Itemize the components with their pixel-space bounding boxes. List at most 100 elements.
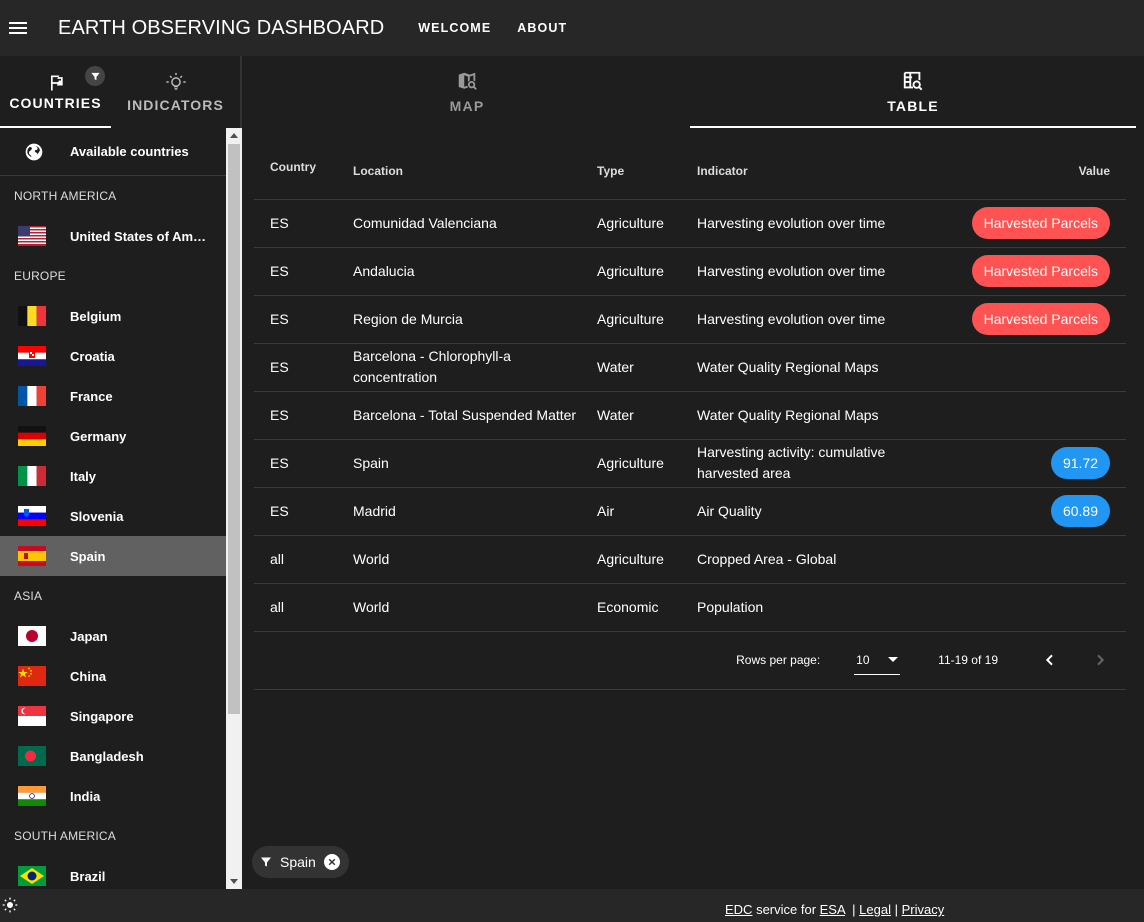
country-item-india[interactable]: India — [0, 776, 226, 816]
cell-type: Water — [597, 391, 697, 440]
main-tabs: MAP TABLE — [244, 56, 1138, 128]
scroll-down-arrow-icon[interactable] — [230, 879, 238, 884]
cell-indicator: Water Quality Regional Maps — [697, 391, 947, 440]
country-name: Germany — [70, 428, 127, 444]
left-scrollbar[interactable] — [226, 128, 242, 889]
close-icon[interactable] — [323, 854, 340, 870]
globe-icon — [25, 143, 43, 160]
country-item-singapore[interactable]: Singapore — [0, 696, 226, 736]
flag-italy-icon — [18, 466, 46, 486]
available-countries-item[interactable]: Available countries — [0, 128, 226, 176]
country-item-italy[interactable]: Italy — [0, 456, 226, 496]
cell-location: World — [353, 535, 597, 584]
country-item-spain[interactable]: Spain — [0, 536, 226, 576]
scroll-up-arrow-icon[interactable] — [230, 133, 238, 138]
rows-per-page-select[interactable]: 10 — [854, 645, 901, 675]
prev-page-button[interactable] — [1038, 648, 1062, 672]
lightbulb-icon — [165, 72, 186, 90]
tab-table[interactable]: TABLE — [690, 56, 1136, 128]
edc-link[interactable]: EDC — [725, 902, 752, 917]
tab-table-label: TABLE — [887, 98, 939, 114]
cell-country: ES — [254, 391, 353, 440]
cell-country: ES — [254, 439, 353, 488]
header-type[interactable]: Type — [597, 144, 697, 200]
left-tabs: COUNTRIES INDICATORS — [0, 56, 240, 128]
cell-value: Harvested Parcels — [947, 199, 1126, 248]
cell-type: Agriculture — [597, 295, 697, 344]
nav-about[interactable]: ABOUT — [517, 21, 567, 35]
chevron-left-icon — [1045, 654, 1053, 666]
country-item-croatia[interactable]: Croatia — [0, 336, 226, 376]
country-item-germany[interactable]: Germany — [0, 416, 226, 456]
flag-germany-icon — [18, 426, 46, 446]
flag-spain-icon — [18, 546, 46, 566]
table-row[interactable]: ES Barcelona - Chlorophyll-a concentratio… — [254, 343, 1126, 392]
filter-icon — [85, 66, 105, 86]
region-header-europe: EUROPE — [14, 269, 66, 283]
table-row[interactable]: ES Region de Murcia Agriculture Harvesting … — [254, 295, 1126, 344]
table-body: ES Comunidad Valenciana Agriculture Harvest… — [254, 199, 1126, 632]
header-country[interactable]: Country — [254, 144, 353, 200]
country-name: Japan — [70, 628, 108, 644]
table-header-row: Country Location Type Indicator Value — [254, 144, 1126, 200]
country-item-japan[interactable]: Japan — [0, 616, 226, 656]
cell-type: Water — [597, 343, 697, 392]
cell-value — [947, 391, 1126, 440]
tab-map[interactable]: MAP — [244, 56, 690, 128]
header-indicator[interactable]: Indicator — [697, 144, 947, 200]
nav-welcome[interactable]: WELCOME — [418, 21, 491, 35]
indicators-table: Country Location Type Indicator Value ES… — [254, 144, 1126, 632]
country-name: India — [70, 788, 101, 804]
value-chip: Harvested Parcels — [971, 255, 1110, 287]
cell-country: ES — [254, 247, 353, 296]
cell-type: Economic — [597, 583, 697, 632]
menu-icon[interactable] — [4, 14, 32, 42]
country-item-brazil[interactable]: Brazil — [0, 856, 226, 889]
tab-indicators[interactable]: INDICATORS — [111, 56, 240, 128]
region-header-north-america: NORTH AMERICA — [14, 189, 117, 203]
esa-link[interactable]: ESA — [820, 902, 845, 917]
privacy-link[interactable]: Privacy — [902, 902, 945, 917]
table-row[interactable]: ES Comunidad Valenciana Agriculture Harvest… — [254, 199, 1126, 248]
country-name: Brazil — [70, 868, 106, 884]
cell-value: Harvested Parcels — [947, 295, 1126, 344]
country-item-france[interactable]: France — [0, 376, 226, 416]
country-name: France — [70, 388, 113, 404]
brightness-icon[interactable] — [2, 897, 18, 913]
table-row[interactable]: all World Economic Population — [254, 583, 1126, 632]
scroll-thumb[interactable] — [228, 144, 240, 714]
table-search-icon — [903, 71, 923, 91]
chevron-right-icon — [1097, 654, 1105, 666]
cell-value: 91.72 — [947, 439, 1126, 488]
country-item-slovenia[interactable]: Slovenia — [0, 496, 226, 536]
country-item-usa[interactable]: United States of America — [0, 216, 226, 256]
table-row[interactable]: ES Spain Agriculture Harvesting activity: c… — [254, 439, 1126, 488]
value-chip: Harvested Parcels — [971, 303, 1110, 335]
pagination-range: 11-19 of 19 — [938, 653, 998, 667]
cell-location: Comunidad Valenciana — [353, 199, 597, 248]
country-name: Bangladesh — [70, 748, 144, 764]
table-row[interactable]: all World Agriculture Cropped Area - Global — [254, 535, 1126, 584]
header-value[interactable]: Value — [947, 144, 1126, 200]
country-item-china[interactable]: China — [0, 656, 226, 696]
header-location[interactable]: Location — [353, 144, 597, 200]
cell-type: Agriculture — [597, 439, 697, 488]
table-row[interactable]: ES Madrid Air Air Quality 60.89 — [254, 487, 1126, 536]
filter-chip-spain[interactable]: Spain — [252, 846, 349, 878]
flag-japan-icon — [18, 626, 46, 646]
legal-link[interactable]: Legal — [859, 902, 891, 917]
table-row[interactable]: ES Andalucia Agriculture Harvesting evoluti… — [254, 247, 1126, 296]
bottom-bar: EDC service for ESA | Legal | Privacy — [0, 889, 1144, 922]
country-item-bangladesh[interactable]: Bangladesh — [0, 736, 226, 776]
country-name: Italy — [70, 468, 97, 484]
cell-indicator: Cropped Area - Global — [697, 535, 947, 584]
value-chip: Harvested Parcels — [971, 207, 1110, 239]
country-item-belgium[interactable]: Belgium — [0, 296, 226, 336]
next-page-button[interactable] — [1088, 648, 1112, 672]
table-row[interactable]: ES Barcelona - Total Suspended Matter Wate… — [254, 391, 1126, 440]
cell-country: ES — [254, 343, 353, 392]
cell-type: Agriculture — [597, 247, 697, 296]
cell-indicator: Harvesting evolution over time — [697, 199, 947, 248]
footer-separator: | — [844, 902, 860, 917]
left-panel: COUNTRIES INDICATORS Available countries… — [0, 56, 242, 889]
